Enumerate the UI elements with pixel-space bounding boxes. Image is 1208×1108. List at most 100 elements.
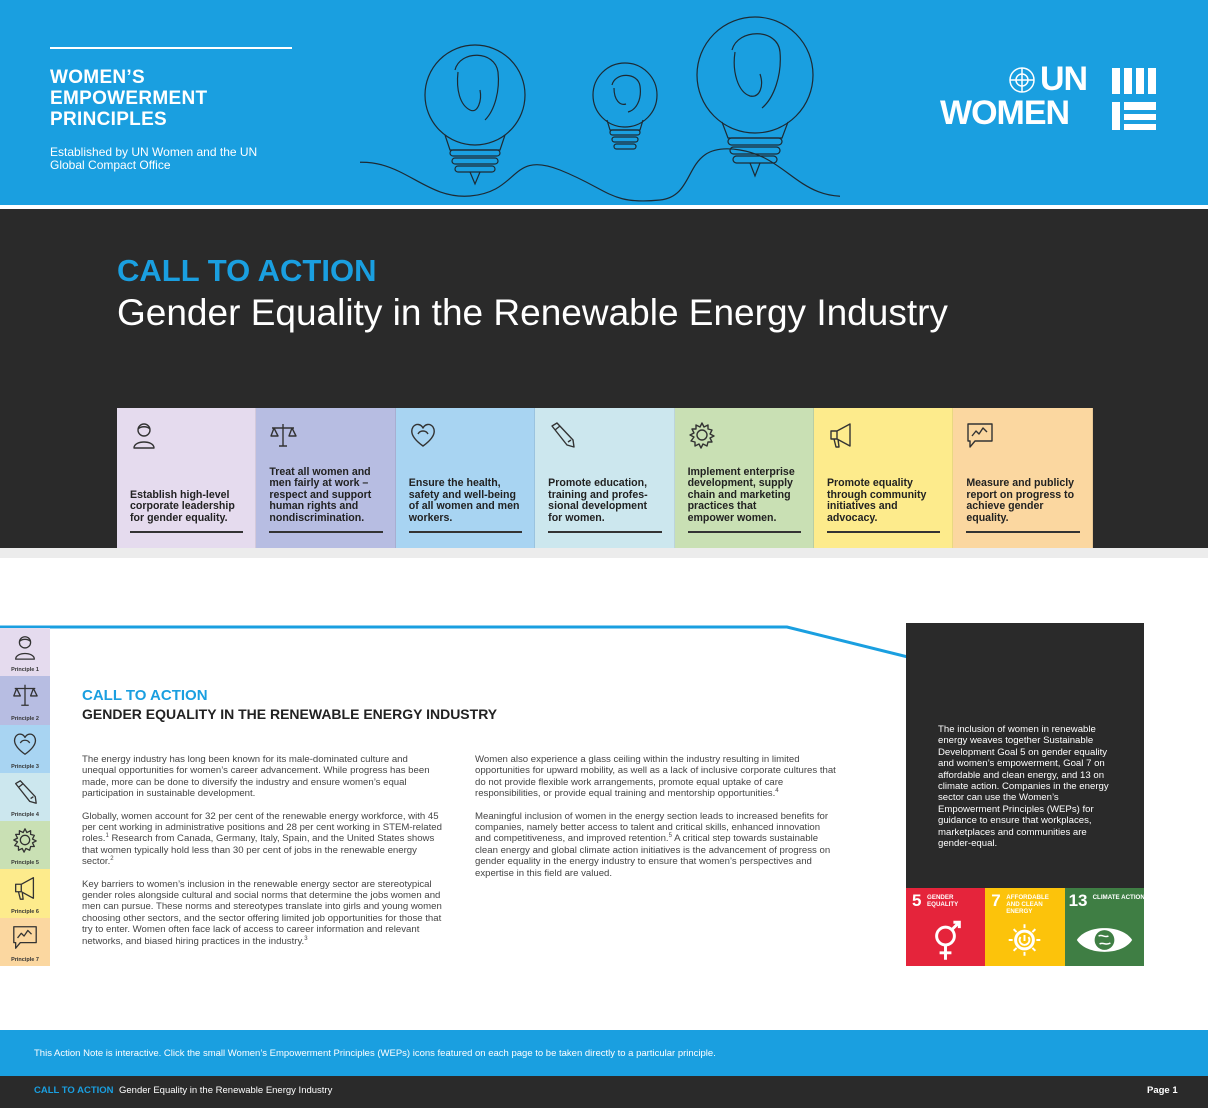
- page-number: Page 1: [1147, 1085, 1178, 1096]
- person-icon: [15, 636, 35, 660]
- footnote-ref[interactable]: 2: [110, 856, 113, 862]
- megaphone-icon: [15, 877, 35, 901]
- principle-icon-wrap: [965, 420, 995, 450]
- paragraph: Globally, women account for 32 per cent …: [82, 810, 442, 868]
- body-column-right: Women also experience a glass ceiling wi…: [475, 754, 837, 890]
- principle-card-3[interactable]: Ensure the health, safety and well-being…: [395, 408, 536, 548]
- principle-tab-2[interactable]: Principle 2: [0, 676, 50, 725]
- weps-title-line-1: WOMEN’S: [50, 67, 145, 88]
- principle-icon-wrap: [408, 420, 438, 450]
- principle-underline: [269, 531, 383, 533]
- footer-title: Gender Equality in the Renewable Energy …: [119, 1085, 333, 1096]
- weps-title-line-2: EMPOWERMENT: [50, 88, 208, 109]
- principle-card-4[interactable]: Promote education, training and profes-s…: [535, 408, 675, 548]
- un-women-emblem-icon: [1112, 68, 1156, 130]
- sdg-tiles: 5 GENDER EQUALITY 7 AFFORDABLE AND CLEAN EN…: [906, 888, 1145, 966]
- sdg-number: 7: [991, 891, 1001, 910]
- hero-call-to-action: CALL TO ACTION: [117, 253, 377, 288]
- header-rule: [50, 47, 292, 49]
- principle-underline: [548, 531, 662, 533]
- gear-icon: [13, 828, 37, 853]
- principle-underline: [130, 531, 244, 533]
- heart-icon: [410, 423, 435, 447]
- principle-icon-wrap: [687, 420, 717, 450]
- page-separator: [0, 548, 1208, 558]
- footer-note: This Action Note is interactive. Click t…: [34, 1048, 716, 1059]
- principle-text: Measure and publicly report on progress …: [966, 477, 1075, 524]
- principle-tab-label: Principle 1: [11, 667, 39, 674]
- principle-tab-7[interactable]: Principle 7: [0, 917, 50, 967]
- principle-tab-3[interactable]: Principle 3: [0, 724, 50, 773]
- body-call-to-action: CALL TO ACTION: [82, 687, 208, 704]
- principle-icon-wrap: [547, 420, 577, 450]
- gender-equality-icon: [935, 920, 961, 960]
- principle-text: Treat all women and men fairly at work –…: [269, 465, 372, 524]
- principle-tab-4[interactable]: Principle 4: [0, 772, 50, 822]
- callout-text: The inclusion of women in renewable ener…: [938, 724, 1109, 850]
- lightbulb-illustration-icon: [360, 16, 840, 202]
- scales-icon: [270, 424, 298, 447]
- weps-title: WOMEN’S EMPOWERMENT PRINCIPLES: [50, 67, 290, 130]
- weps-title-line-3: PRINCIPLES: [50, 109, 168, 130]
- principle-tab-label: Principle 2: [11, 715, 39, 722]
- pencil-icon: [15, 780, 37, 804]
- sdg-number: 13: [1068, 891, 1088, 910]
- sdg-tile-7: 7 AFFORDABLE AND CLEAN ENERGY: [985, 888, 1065, 966]
- scales-icon: [13, 685, 38, 707]
- chart-bubble-icon: [967, 423, 994, 448]
- principle-icon-wrap: [268, 420, 298, 450]
- un-globe-icon: [1009, 67, 1035, 93]
- principle-tab-label: Principle 7: [11, 957, 39, 964]
- principle-tab-5[interactable]: Principle 5: [0, 821, 50, 870]
- pencil-icon: [551, 422, 575, 448]
- earth-eye-icon: [1076, 928, 1132, 952]
- page: WOMEN’S EMPOWERMENT PRINCIPLES Establish…: [0, 0, 1208, 1108]
- principle-text: Implement enterprise development, supply…: [687, 465, 795, 524]
- principle-card-5[interactable]: Implement enterprise development, supply…: [674, 408, 814, 548]
- principle-text: Promote equality through community initi…: [826, 477, 927, 524]
- sdg-label: GENDER EQUALITY: [927, 894, 959, 908]
- chart-bubble-icon: [13, 925, 37, 949]
- principle-underline: [687, 531, 801, 533]
- logo-women-text: WOMEN: [940, 94, 1070, 132]
- paragraph: Key barriers to women’s inclusion in the…: [82, 878, 442, 947]
- sdg-callout-box: The inclusion of women in renewable ener…: [906, 623, 1144, 888]
- principle-icon-wrap: [826, 420, 856, 450]
- footer-call-to-action: CALL TO ACTION: [34, 1085, 114, 1096]
- un-women-logo: UN WOMEN: [940, 62, 1170, 132]
- megaphone-icon: [830, 423, 851, 448]
- principle-tab-label: Principle 5: [11, 860, 39, 867]
- footnote-ref[interactable]: 4: [775, 788, 778, 794]
- person-icon: [133, 423, 155, 449]
- paragraph: Women also experience a glass ceiling wi…: [475, 754, 836, 800]
- principle-text: Promote education, training and profes-s…: [548, 477, 648, 524]
- principle-text: Ensure the health, safety and well-being…: [408, 477, 520, 524]
- principle-tab-6[interactable]: Principle 6: [0, 869, 50, 918]
- body-column-left: The energy industry has long been known …: [82, 754, 444, 958]
- weps-subtitle: Established by UN Women and the UN Globa…: [50, 145, 258, 172]
- principle-tab-1[interactable]: Principle 1: [0, 628, 50, 677]
- principle-icon-wrap: [129, 420, 159, 450]
- principle-side-tabs: Principle 1 Principle 2 Principle 3 Princip…: [0, 628, 50, 967]
- principle-card-6[interactable]: Promote equality through community initi…: [813, 408, 954, 548]
- heart-icon: [13, 733, 37, 755]
- sdg-tile-5: 5 GENDER EQUALITY: [906, 888, 986, 966]
- footnote-ref[interactable]: 3: [304, 936, 307, 942]
- sdg-label: CLIMATE ACTION: [1092, 894, 1145, 901]
- principle-tab-label: Principle 6: [11, 908, 39, 915]
- principles-strip: Establish high-level corporate leadershi…: [117, 408, 1093, 548]
- sdg-tile-13: 13 CLIMATE ACTION: [1064, 888, 1145, 966]
- principle-card-1[interactable]: Establish high-level corporate leadershi…: [117, 408, 257, 548]
- body-title: GENDER EQUALITY IN THE RENEWABLE ENERGY …: [82, 706, 498, 722]
- sun-power-icon: [1008, 924, 1041, 956]
- principle-text: Establish high-level corporate leadershi…: [130, 488, 235, 524]
- principle-card-7[interactable]: Measure and publicly report on progress …: [953, 408, 1093, 548]
- hero-title: Gender Equality in the Renewable Energy …: [117, 292, 948, 333]
- sdg-number: 5: [912, 891, 922, 910]
- principle-underline: [966, 531, 1080, 533]
- gear-icon: [688, 422, 715, 449]
- principle-tab-label: Principle 3: [11, 763, 39, 770]
- logo-un-text: UN: [1040, 60, 1088, 98]
- principle-card-2[interactable]: Treat all women and men fairly at work –…: [256, 408, 396, 548]
- paragraph: Meaningful inclusion of women in the ene…: [475, 810, 831, 879]
